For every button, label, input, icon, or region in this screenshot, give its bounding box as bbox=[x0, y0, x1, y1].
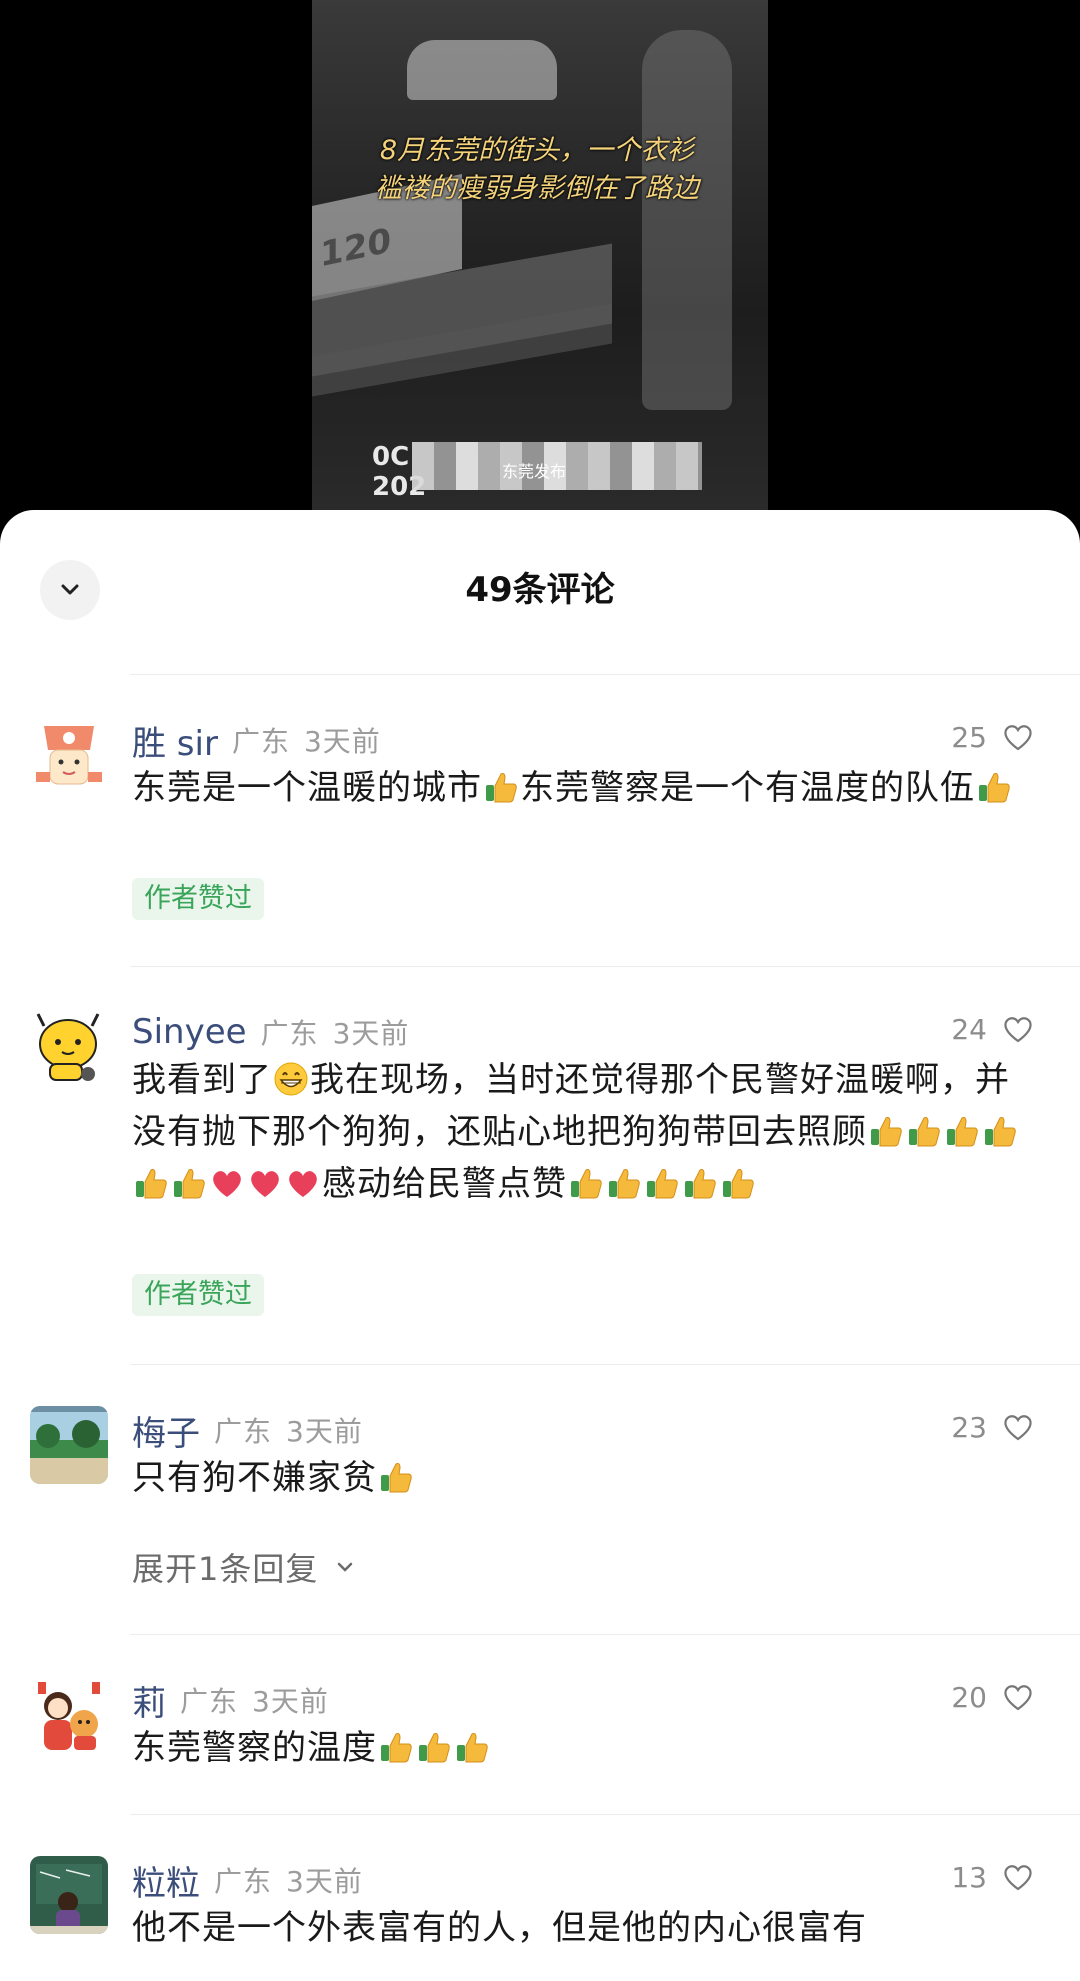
comment-text: 只有狗不嫌家贫 bbox=[132, 1452, 1032, 1504]
comment-header: 莉 广东 3天前 bbox=[132, 1676, 329, 1724]
heart-outline-icon[interactable] bbox=[1001, 1410, 1035, 1444]
author-liked-badge: 作者赞过 bbox=[132, 878, 264, 920]
comment-header: 粒粒 广东 3天前 bbox=[132, 1856, 363, 1904]
divider bbox=[130, 1364, 1080, 1365]
comment-time: 3天前 bbox=[286, 1865, 363, 1898]
thumbs-up-emoji bbox=[644, 1165, 680, 1201]
grinning-face-emoji bbox=[273, 1061, 309, 1097]
comment-text-part: 东莞警察的温度 bbox=[132, 1728, 377, 1768]
video-player[interactable]: 120 8月东莞的街头，一个衣衫 褴褛的瘦弱身影倒在了路边 0C 202 东莞发… bbox=[312, 0, 768, 520]
thumbs-up-emoji bbox=[378, 1459, 414, 1495]
like-count: 20 bbox=[951, 1680, 987, 1714]
comment-header: Sinyee 广东 3天前 bbox=[132, 1008, 409, 1056]
comment-username[interactable]: 梅子 bbox=[132, 1406, 200, 1455]
red-heart-emoji bbox=[247, 1165, 283, 1201]
heart-outline-icon[interactable] bbox=[1001, 1860, 1035, 1894]
thumbs-up-emoji bbox=[568, 1165, 604, 1201]
thumbs-up-emoji bbox=[982, 1113, 1018, 1149]
avatar[interactable] bbox=[30, 1008, 108, 1086]
comment-username[interactable]: 莉 bbox=[132, 1676, 166, 1725]
like-count: 13 bbox=[951, 1860, 987, 1894]
video-watermark: 东莞发布 bbox=[502, 462, 567, 481]
comment-time: 3天前 bbox=[303, 725, 381, 758]
comments-count-title: 49条评论 bbox=[465, 570, 615, 610]
thumbs-up-emoji bbox=[454, 1729, 490, 1765]
like-control[interactable]: 13 bbox=[951, 1860, 1035, 1894]
video-caption: 8月东莞的街头，一个衣衫 褴褛的瘦弱身影倒在了路边 bbox=[352, 132, 722, 208]
chevron-down-icon bbox=[338, 1562, 353, 1572]
thumbs-up-emoji bbox=[378, 1729, 414, 1765]
divider bbox=[130, 966, 1080, 967]
comment-location: 广东 bbox=[214, 1865, 273, 1898]
author-liked-badge: 作者赞过 bbox=[132, 1274, 264, 1316]
thumbs-up-emoji bbox=[682, 1165, 718, 1201]
comment-location: 广东 bbox=[231, 725, 290, 758]
red-heart-emoji bbox=[209, 1165, 245, 1201]
like-control[interactable]: 25 bbox=[951, 720, 1035, 754]
expand-replies-button[interactable]: 展开1条回复 bbox=[132, 1544, 358, 1590]
comment-username[interactable]: Sinyee bbox=[132, 1012, 247, 1052]
comments-sheet: 49条评论 胜 sir 广东 3天前 25 东莞是一个温暖的城市 东莞警察是一个… bbox=[0, 510, 1080, 1981]
comment-time: 3天前 bbox=[286, 1415, 363, 1448]
like-count: 25 bbox=[951, 720, 987, 754]
video-car bbox=[407, 40, 557, 100]
thumbs-up-emoji bbox=[171, 1165, 207, 1201]
red-heart-emoji bbox=[285, 1165, 321, 1201]
comment-text-part: 东莞警察是一个有温度的队伍 bbox=[520, 768, 975, 808]
like-count: 24 bbox=[951, 1012, 987, 1046]
thumbs-up-emoji bbox=[976, 769, 1012, 805]
heart-outline-icon[interactable] bbox=[1001, 720, 1035, 754]
video-caption-line1: 8月东莞的街头，一个衣衫 bbox=[379, 135, 695, 166]
comment-username[interactable]: 胜 sir bbox=[132, 716, 218, 765]
comment-username[interactable]: 粒粒 bbox=[132, 1856, 200, 1905]
comment-text-part: 只有狗不嫌家贫 bbox=[132, 1458, 377, 1498]
thumbs-up-emoji bbox=[906, 1113, 942, 1149]
avatar[interactable] bbox=[30, 1856, 108, 1934]
comment-text: 东莞是一个温暖的城市 东莞警察是一个有温度的队伍 bbox=[132, 762, 1032, 814]
video-figure bbox=[642, 30, 732, 410]
like-control[interactable]: 20 bbox=[951, 1680, 1035, 1714]
divider bbox=[130, 1634, 1080, 1635]
video-caption-line2: 褴褛的瘦弱身影倒在了路边 bbox=[375, 173, 699, 204]
avatar[interactable] bbox=[30, 716, 108, 794]
comment-header: 梅子 广东 3天前 bbox=[132, 1406, 363, 1454]
thumbs-up-emoji bbox=[416, 1729, 452, 1765]
comment-header: 胜 sir 广东 3天前 bbox=[132, 716, 381, 764]
like-count: 23 bbox=[951, 1410, 987, 1444]
comment-time: 3天前 bbox=[332, 1017, 410, 1050]
heart-outline-icon[interactable] bbox=[1001, 1012, 1035, 1046]
divider bbox=[130, 1814, 1080, 1815]
comment-location: 广东 bbox=[214, 1415, 273, 1448]
comment-location: 广东 bbox=[260, 1017, 319, 1050]
thumbs-up-emoji bbox=[868, 1113, 904, 1149]
thumbs-up-emoji bbox=[720, 1165, 756, 1201]
divider bbox=[130, 674, 1080, 675]
thumbs-up-emoji bbox=[483, 769, 519, 805]
comment-location: 广东 bbox=[180, 1685, 239, 1718]
heart-outline-icon[interactable] bbox=[1001, 1680, 1035, 1714]
thumbs-up-emoji bbox=[606, 1165, 642, 1201]
comment-text: 他不是一个外表富有的人，但是他的内心很富有 bbox=[132, 1902, 1032, 1954]
like-control[interactable]: 24 bbox=[951, 1012, 1035, 1046]
comment-text-part: 感动给民警点赞 bbox=[322, 1164, 567, 1204]
expand-replies-label: 展开1条回复 bbox=[132, 1550, 319, 1588]
comment-text: 东莞警察的温度 bbox=[132, 1722, 1032, 1774]
avatar[interactable] bbox=[30, 1406, 108, 1484]
comment-text-part: 东莞是一个温暖的城市 bbox=[132, 768, 482, 808]
thumbs-up-emoji bbox=[944, 1113, 980, 1149]
comment-text-part: 他不是一个外表富有的人，但是他的内心很富有 bbox=[132, 1908, 867, 1948]
thumbs-up-emoji bbox=[133, 1165, 169, 1201]
comment-text: 我看到了 我在现场，当时还觉得那个民警好温暖啊，并没有抛下那个狗狗，还贴心地把狗狗… bbox=[132, 1054, 1032, 1210]
comment-text-part: 我看到了 bbox=[132, 1060, 272, 1100]
like-control[interactable]: 23 bbox=[951, 1410, 1035, 1444]
comment-time: 3天前 bbox=[252, 1685, 329, 1718]
avatar[interactable] bbox=[30, 1676, 108, 1754]
